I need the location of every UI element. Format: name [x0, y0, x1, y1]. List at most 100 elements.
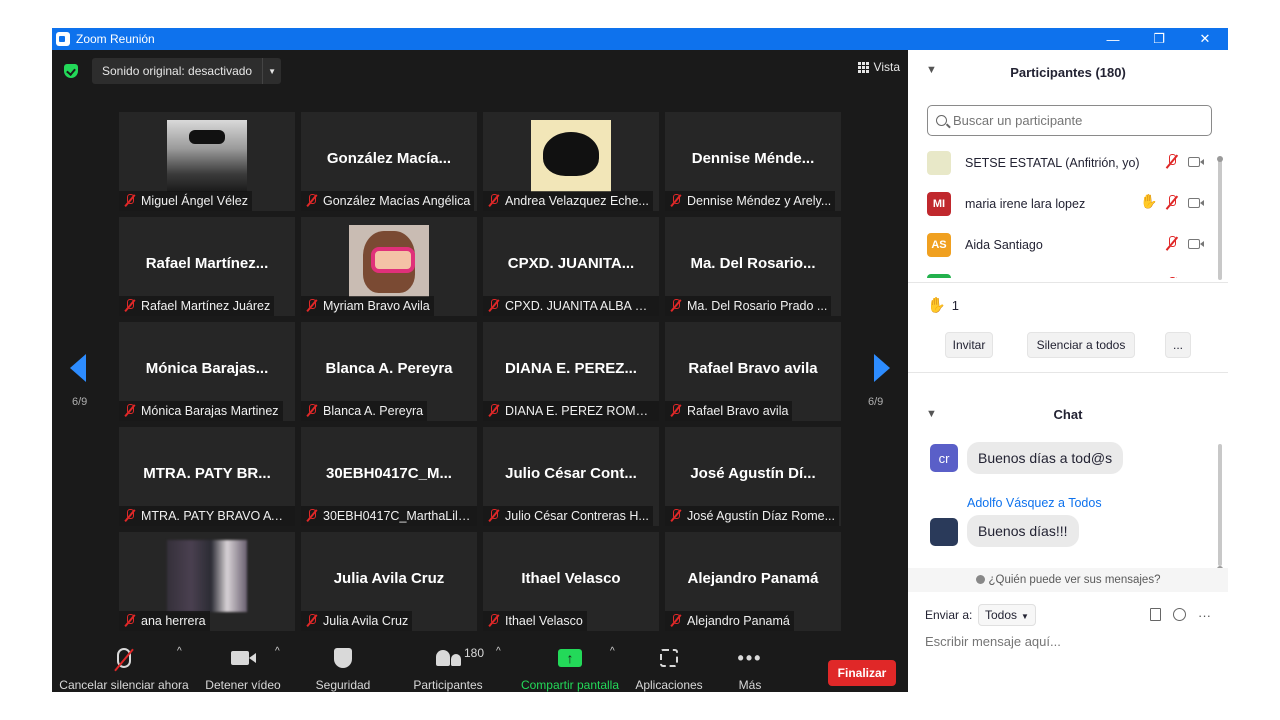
tile-display-name: MTRA. PATY BR...: [143, 465, 271, 482]
more-dots-icon: •••: [737, 647, 763, 668]
muted-mic-icon[interactable]: [1166, 236, 1178, 252]
file-icon[interactable]: [1150, 608, 1161, 621]
tile-name-tag: Julia Avila Cruz: [301, 611, 413, 631]
muted-mic-icon[interactable]: [1166, 195, 1178, 211]
tile-display-name: CPXD. JUANITA...: [507, 255, 635, 272]
participant-search-box[interactable]: [927, 105, 1212, 136]
participant-row[interactable]: CMClaudia Mora Cruz: [908, 265, 1220, 278]
video-tile[interactable]: Julio César Cont... Julio César Contreras…: [483, 427, 659, 526]
people-icon: [975, 575, 985, 584]
chat-title: Chat: [1053, 407, 1083, 422]
invite-button[interactable]: Invitar: [945, 332, 993, 358]
chat-scrollbar[interactable]: [1217, 444, 1223, 572]
muted-mic-icon: [488, 404, 499, 417]
participant-row[interactable]: SETSE ESTATAL (Anfitrión, yo): [908, 142, 1220, 183]
video-off-icon[interactable]: [1188, 198, 1204, 208]
tile-name-tag: CPXD. JUANITA ALBA BL...: [483, 296, 659, 316]
stop-video-button[interactable]: Detener vídeo: [202, 636, 284, 692]
chat-sender[interactable]: Adolfo Vásquez a Todos: [967, 496, 1102, 510]
meeting-top-bar: Sonido original: desactivado ▼ Vista: [52, 50, 908, 92]
video-tile[interactable]: DIANA E. PEREZ... DIANA E. PEREZ ROMERO: [483, 322, 659, 421]
video-off-icon[interactable]: [1188, 239, 1204, 249]
chat-message-input[interactable]: [925, 634, 1215, 649]
muted-mic-icon: [670, 404, 681, 417]
tile-display-name: Dennise Ménde...: [691, 150, 815, 167]
meeting-area: Sonido original: desactivado ▼ Vista 6/9…: [52, 50, 908, 692]
participants-more-button[interactable]: ...: [1165, 332, 1191, 358]
video-tile[interactable]: Dennise Ménde... Dennise Méndez y Arely..…: [665, 112, 841, 211]
participant-list-scrollbar[interactable]: [1217, 156, 1223, 280]
muted-mic-icon[interactable]: [1166, 277, 1178, 278]
collapse-chat-chevron-icon[interactable]: ▼: [926, 408, 937, 420]
video-tile[interactable]: CPXD. JUANITA... CPXD. JUANITA ALBA BL...: [483, 217, 659, 316]
video-tile[interactable]: Alejandro Panamá Alejandro Panamá: [665, 532, 841, 631]
video-tile[interactable]: Rafael Martínez... Rafael Martínez Juárez: [119, 217, 295, 316]
muted-mic-icon: [306, 299, 317, 312]
muted-mic-icon: [124, 194, 135, 207]
video-tile[interactable]: Ma. Del Rosario... Ma. Del Rosario Prado …: [665, 217, 841, 316]
video-tile[interactable]: Miguel Ángel Vélez: [119, 112, 295, 211]
collapse-participants-chevron-icon[interactable]: ▼: [926, 64, 937, 76]
share-screen-label: Compartir pantalla: [520, 678, 620, 692]
video-tile[interactable]: 30EBH0417C_M... 30EBH0417C_MarthaLilia...: [301, 427, 477, 526]
security-button[interactable]: Seguridad: [310, 636, 376, 692]
tile-display-name: 30EBH0417C_M...: [326, 465, 452, 482]
zoom-window: Zoom Reunión — ❐ ✕ Sonido original: desa…: [52, 28, 1228, 692]
encryption-shield-icon[interactable]: [64, 64, 78, 78]
video-tile[interactable]: MTRA. PATY BR... MTRA. PATY BRAVO AVILA: [119, 427, 295, 526]
participants-header: ▼ Participantes (180): [908, 50, 1228, 94]
participant-row[interactable]: MI maria irene lara lopez ✋: [908, 183, 1220, 224]
tile-name-tag: Andrea Velazquez Eche...: [483, 191, 653, 211]
tile-display-name: Julio César Cont...: [505, 465, 637, 482]
next-page-arrow-icon[interactable]: [874, 354, 890, 382]
video-tile[interactable]: Mónica Barajas... Mónica Barajas Martinez: [119, 322, 295, 421]
tile-name-tag: Miguel Ángel Vélez: [119, 191, 253, 211]
video-tile[interactable]: Julia Avila Cruz Julia Avila Cruz: [301, 532, 477, 631]
who-can-see-messages[interactable]: ¿Quién puede ver sus mensajes?: [908, 568, 1228, 592]
original-sound-button[interactable]: Sonido original: desactivado ▼: [92, 58, 282, 84]
unmute-button[interactable]: Cancelar silenciar ahora: [59, 636, 189, 692]
video-tile[interactable]: José Agustín Dí... José Agustín Díaz Rome…: [665, 427, 841, 526]
chat-more-icon[interactable]: ···: [1198, 608, 1211, 623]
video-tile[interactable]: Blanca A. Pereyra Blanca A. Pereyra: [301, 322, 477, 421]
video-tile[interactable]: Ithael Velasco Ithael Velasco: [483, 532, 659, 631]
share-options-caret-icon[interactable]: ^: [610, 646, 615, 657]
participants-button[interactable]: Participantes: [408, 636, 488, 692]
emoji-icon[interactable]: [1173, 608, 1186, 621]
share-screen-button[interactable]: ↑ Compartir pantalla: [518, 636, 622, 692]
video-options-caret-icon[interactable]: ^: [275, 646, 280, 657]
participant-row[interactable]: AS Aida Santiago: [908, 224, 1220, 265]
participant-video: [167, 120, 247, 192]
tile-name-tag: MTRA. PATY BRAVO AVILA: [119, 506, 295, 526]
video-off-icon[interactable]: [1188, 157, 1204, 167]
muted-mic-icon[interactable]: [1166, 154, 1178, 170]
avatar: CM: [927, 273, 951, 278]
divider: [908, 372, 1228, 373]
view-button[interactable]: Vista: [857, 60, 900, 74]
muted-mic-icon: [124, 299, 135, 312]
apps-button[interactable]: Aplicaciones: [632, 636, 706, 692]
tile-display-name: Julia Avila Cruz: [333, 570, 445, 587]
participants-options-caret-icon[interactable]: ^: [496, 646, 501, 657]
close-button[interactable]: ✕: [1182, 28, 1228, 50]
restore-button[interactable]: ❐: [1136, 28, 1182, 50]
video-tile[interactable]: Rafael Bravo avila Rafael Bravo avila: [665, 322, 841, 421]
participant-search-input[interactable]: [953, 113, 1193, 128]
more-button[interactable]: ••• Más: [730, 636, 770, 693]
minimize-button[interactable]: —: [1090, 28, 1136, 50]
audio-options-caret-icon[interactable]: ^: [177, 646, 182, 657]
send-to-dropdown[interactable]: Todos ▼: [978, 604, 1036, 626]
participants-title: Participantes (180): [1010, 64, 1126, 80]
end-meeting-button[interactable]: Finalizar: [828, 660, 896, 686]
video-tile[interactable]: Andrea Velazquez Eche...: [483, 112, 659, 211]
mute-all-button[interactable]: Silenciar a todos: [1027, 332, 1135, 358]
video-tile[interactable]: Myriam Bravo Avila: [301, 217, 477, 316]
tile-name-tag: Myriam Bravo Avila: [301, 296, 434, 316]
tile-name-tag: Blanca A. Pereyra: [301, 401, 428, 421]
chevron-down-icon[interactable]: ▼: [263, 67, 281, 76]
title-bar: Zoom Reunión — ❐ ✕: [52, 28, 1228, 50]
video-tile[interactable]: González Macía... González Macías Angélic…: [301, 112, 477, 211]
video-tile[interactable]: ana herrera: [119, 532, 295, 631]
participants-icon: [435, 650, 461, 666]
prev-page-arrow-icon[interactable]: [70, 354, 86, 382]
